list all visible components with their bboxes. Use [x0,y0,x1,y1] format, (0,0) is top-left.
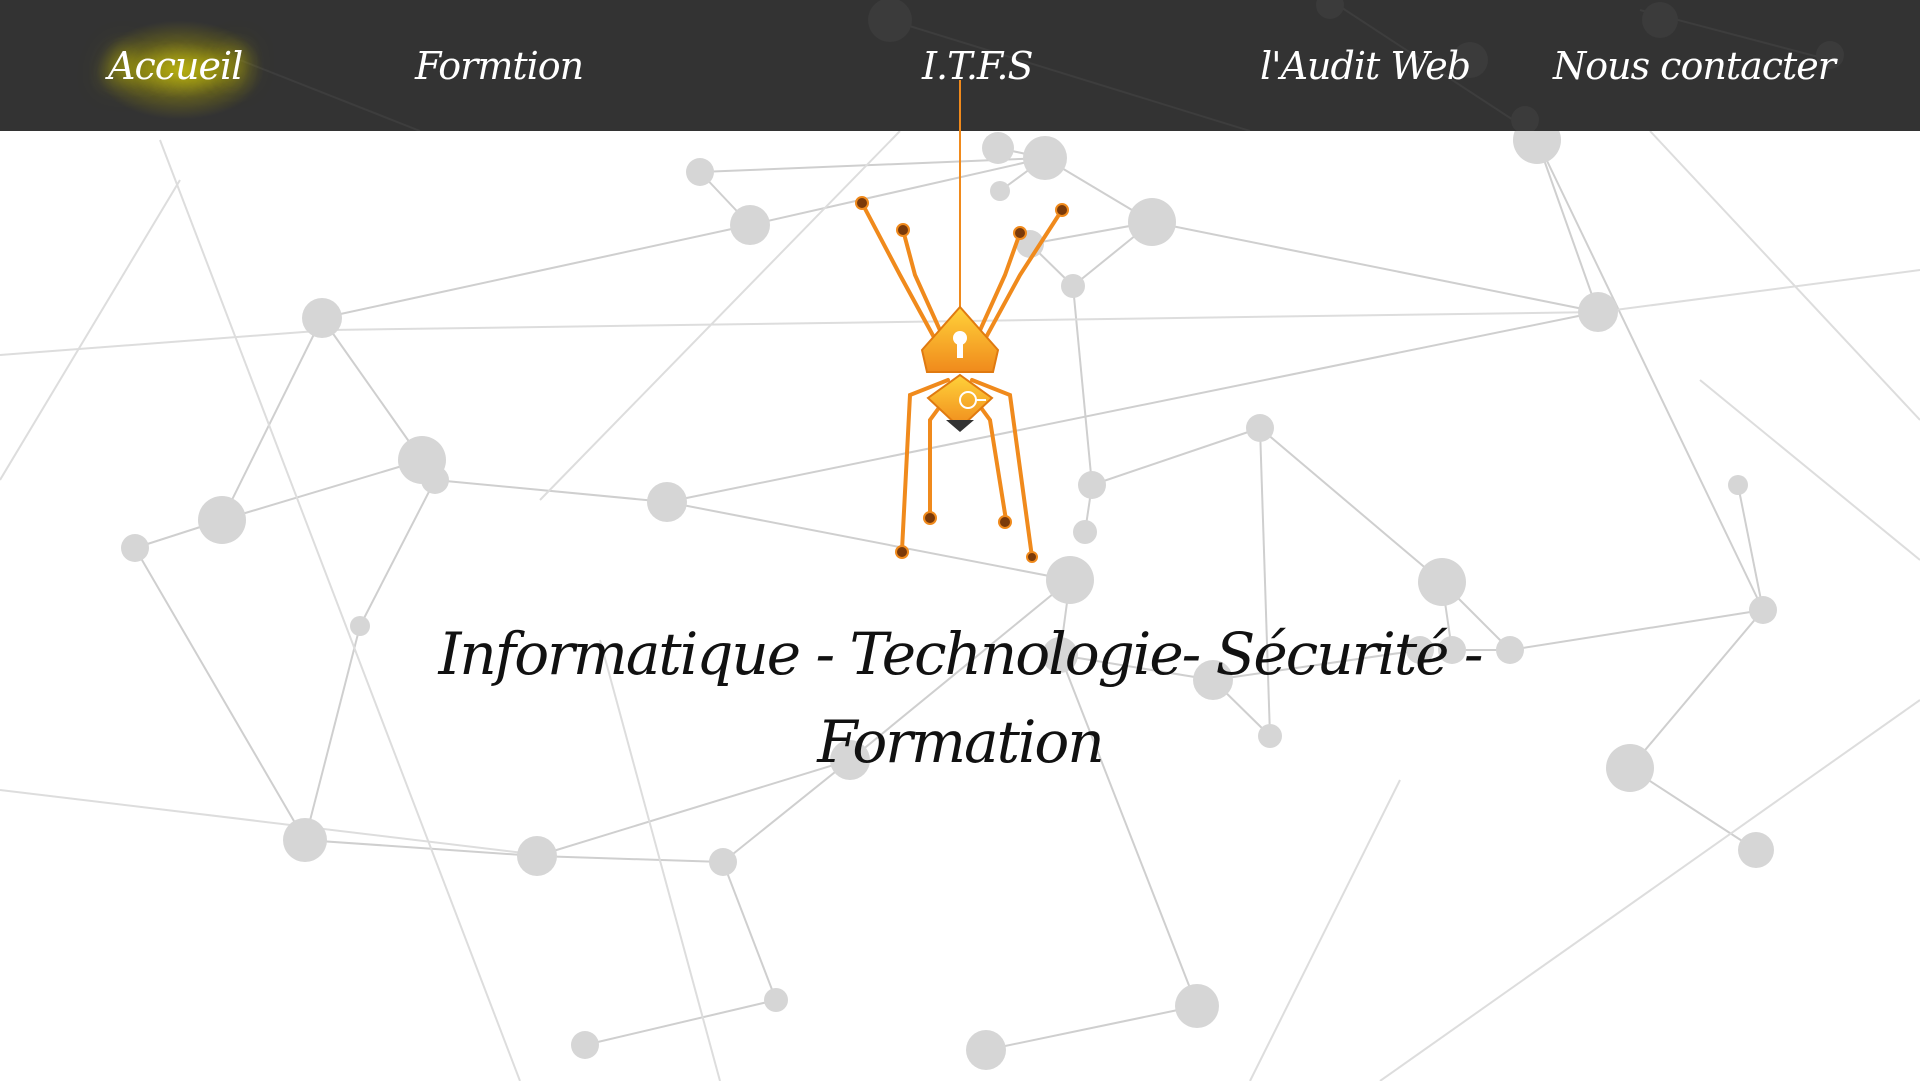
network-node [350,616,370,636]
network-edge [536,855,724,863]
network-node [1738,832,1774,868]
network-edge [1091,427,1261,486]
network-edge [221,459,423,521]
nav-accueil[interactable]: Accueil [108,38,243,94]
network-node [1418,558,1466,606]
network-node [709,848,737,876]
network-node [966,1030,1006,1070]
network-node [1749,596,1777,624]
network-node [517,836,557,876]
network-edge [321,224,751,319]
network-node [764,988,788,1012]
network-node [198,496,246,544]
network-edge [1599,269,1920,313]
network-node [302,298,342,338]
network-node [1578,292,1618,332]
network-node [1246,414,1274,442]
network-node [1175,984,1219,1028]
network-node [571,1031,599,1059]
nav-audit-web[interactable]: l'Audit Web [1260,38,1471,94]
network-edge [221,317,323,521]
network-edge [1536,139,1764,611]
network-node [283,818,327,862]
network-node [121,534,149,562]
network-edge [666,311,1599,503]
network-edge [1249,779,1401,1081]
tagline-line-2: Formation [817,708,1104,776]
network-edge [321,317,423,461]
hero-tagline: Informatique - Technologie- Sécurité - F… [380,610,1540,786]
network-edge [1699,379,1920,561]
network-edge [0,789,541,856]
network-edge [1509,609,1764,651]
network-node [686,158,714,186]
network-node [647,482,687,522]
spider-lock-icon [855,80,1069,563]
network-edge [1259,427,1443,583]
network-edge [304,625,361,841]
nav-formation[interactable]: Formtion [415,38,584,94]
network-edge [1629,609,1764,769]
network-edge [722,861,777,1001]
network-node [1128,198,1176,246]
nav-contact[interactable]: Nous contacter [1553,38,1836,94]
network-edge [0,329,331,356]
network-edge [359,479,436,627]
network-edge [1737,484,1764,611]
network-edge [134,547,306,841]
network-node [730,205,770,245]
network-node [1606,744,1654,792]
network-edge [1151,221,1599,313]
network-node [1728,475,1748,495]
network-node [421,466,449,494]
network-edge [304,839,538,857]
network-edge [434,479,668,503]
network-edge [0,179,181,481]
network-edge [985,1005,1198,1051]
network-node [1078,471,1106,499]
network-edge [1536,139,1599,313]
tagline-line-1: Informatique - Technologie- Sécurité - [438,620,1483,688]
network-edge [584,999,777,1046]
